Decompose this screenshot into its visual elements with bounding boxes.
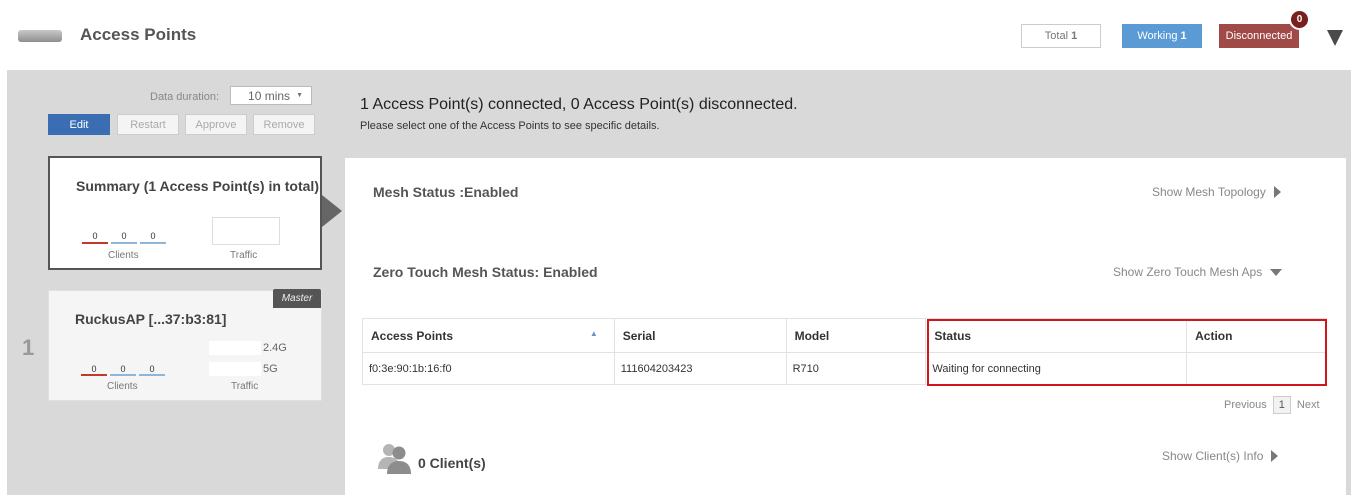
restart-button[interactable]: Restart [117,114,179,135]
zero-touch-mesh-table: Access Points ▲ Serial Model Status Acti… [362,318,1327,385]
collapse-triangle-icon[interactable] [1327,30,1343,46]
stat-underline [82,242,108,244]
chevron-right-icon [1273,186,1281,198]
band-24g-label: 2.4G [263,342,287,354]
row-index: 1 [22,335,35,360]
show-mesh-topology-link[interactable]: Show Mesh Topology [1152,185,1281,199]
table-row[interactable]: f0:3e:90:1b:16:f0 111604203423 R710 Wait… [362,352,1327,385]
traffic-graph [212,217,280,245]
show-mesh-topology-label: Show Mesh Topology [1152,185,1266,199]
data-duration-select[interactable]: 10 mins ▼ [230,86,312,105]
disconnected-count-badge: 0 [1289,9,1310,30]
cell-action [1186,352,1327,385]
stat-underline [110,374,136,376]
page-title: Access Points [80,25,197,44]
summary-card[interactable]: Summary (1 Access Point(s) in total) 0 0… [48,156,322,270]
band-5g-bar [209,362,261,376]
ap-clients-stat-24g: 0 [120,364,126,374]
cell-serial: 111604203423 [613,352,787,385]
next-page-link[interactable]: Next [1297,399,1320,411]
band-5g-label: 5G [263,363,278,375]
clients-label: Clients [108,250,139,261]
cell-access-point: f0:3e:90:1b:16:f0 [362,352,615,385]
access-point-device-icon [18,30,62,42]
clients-users-icon [378,444,411,474]
zero-touch-mesh-status: Zero Touch Mesh Status: Enabled [373,264,598,280]
edit-button[interactable]: Edit [48,114,110,135]
show-clients-info-link[interactable]: Show Client(s) Info [1162,449,1279,463]
pagination: Previous 1 Next [1224,396,1320,414]
selection-hint: Please select one of the Access Points t… [360,120,660,132]
filter-total-label: Total [1044,30,1069,42]
filter-disconnected-label: Disconnected [1225,30,1293,42]
clients-stat-24g: 0 [121,231,127,241]
ap-clients-stat-total: 0 [91,364,97,374]
ap-clients-label: Clients [107,381,138,392]
remove-button[interactable]: Remove [253,114,315,135]
show-zero-touch-mesh-aps-link[interactable]: Show Zero Touch Mesh Aps [1113,265,1283,279]
band-24g-bar [209,341,261,355]
column-header-action[interactable]: Action [1186,318,1327,353]
filter-disconnected-button[interactable]: Disconnected [1219,24,1299,48]
filter-total-count: 1 [1071,30,1078,42]
show-zero-touch-mesh-aps-label: Show Zero Touch Mesh Aps [1113,265,1263,279]
filter-total-button[interactable]: Total 1 [1021,24,1101,48]
column-header-serial[interactable]: Serial [613,318,787,353]
summary-title: Summary (1 Access Point(s) in total) [76,178,319,194]
cell-model: R710 [785,352,927,385]
cell-status: Waiting for connecting [925,352,1188,385]
data-duration-label: Data duration: [150,91,220,103]
selected-pointer-icon [322,195,342,227]
access-point-name: RuckusAP [...37:b3:81] [75,311,227,327]
page-header: Access Points Total 1 Working 1 Disconne… [0,0,1351,70]
ap-traffic-label: Traffic [231,381,259,392]
page-number-button[interactable]: 1 [1272,396,1291,414]
chevron-down-icon [1270,268,1283,276]
filter-working-count: 1 [1180,30,1187,42]
chevron-right-icon [1271,450,1279,462]
dropdown-arrow-icon: ▼ [296,92,303,99]
ap-clients-stat-5g: 0 [149,364,155,374]
clients-count-title: 0 Client(s) [418,455,486,471]
table-header-row: Access Points ▲ Serial Model Status Acti… [362,318,1327,353]
stat-underline [111,242,137,244]
traffic-label: Traffic [230,250,258,261]
show-clients-info-label: Show Client(s) Info [1162,449,1264,463]
stat-underline [140,242,166,244]
column-header-access-points[interactable]: Access Points ▲ [362,318,615,353]
column-header-model[interactable]: Model [785,318,927,353]
sort-ascending-icon[interactable]: ▲ [590,329,598,338]
mesh-status: Mesh Status :Enabled [373,184,519,200]
data-duration-value: 10 mins [248,88,291,103]
column-header-label: Access Points [371,328,454,343]
master-badge: Master [273,289,321,308]
connection-summary-headline: 1 Access Point(s) connected, 0 Access Po… [360,96,798,113]
stat-underline [139,374,165,376]
filter-working-button[interactable]: Working 1 [1122,24,1202,48]
filter-working-label: Working [1137,30,1178,42]
previous-page-link[interactable]: Previous [1224,399,1267,411]
approve-button[interactable]: Approve [185,114,247,135]
clients-stat-total: 0 [92,231,98,241]
clients-stat-5g: 0 [150,231,156,241]
column-header-status[interactable]: Status [925,318,1188,353]
stat-underline [81,374,107,376]
